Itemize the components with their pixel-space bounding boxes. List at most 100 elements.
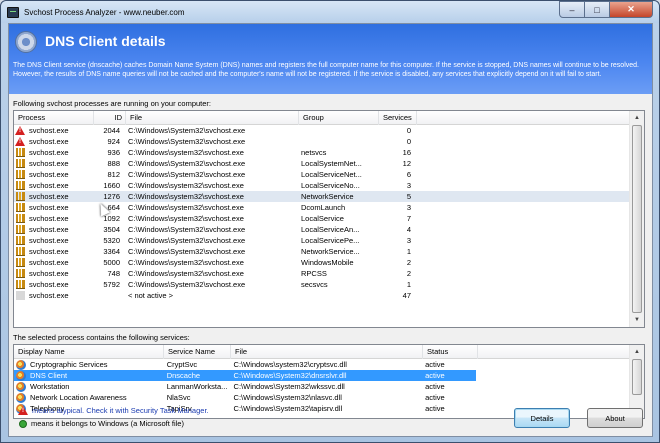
cell-group: NetworkService... [301, 247, 360, 256]
column-header-id[interactable]: ID [94, 111, 126, 125]
table-row[interactable]: svchost.exe 748 C:\Windows\system32\svchos… [14, 268, 631, 279]
cell-file: C:\Windows\System32\nlasvc.dll [233, 393, 342, 402]
cell-services: 4 [406, 225, 411, 234]
cell-group: DcomLaunch [301, 203, 346, 212]
process-icon [16, 170, 25, 179]
table-row[interactable]: svchost.exe 1276 C:\Windows\system32\svcho… [14, 191, 631, 202]
cell-services: 3 [406, 203, 411, 212]
table-row[interactable]: DNS Client Dnscache C:\Windows\System32\dn… [14, 370, 631, 381]
app-window: Svchost Process Analyzer - www.neuber.co… [0, 0, 660, 443]
legend-atypical-text[interactable]: means atypical. Check it with Security T… [32, 406, 209, 415]
cell-name: LanmanWorksta... [166, 382, 228, 391]
cell-services: 3 [406, 181, 411, 190]
table-row[interactable]: svchost.exe 5000 C:\Windows\system32\svcho… [14, 257, 631, 268]
table-row[interactable]: Network Location Awareness NlaSvc C:\Windo… [14, 392, 631, 403]
minimize-button[interactable]: – [559, 1, 585, 18]
column-header-file[interactable]: File [126, 111, 299, 125]
process-icon [16, 280, 25, 289]
cell-file: C:\Windows\system32\svchost.exe [128, 192, 244, 201]
scroll-up-icon[interactable]: ▲ [630, 345, 644, 359]
cell-group: LocalServicePe... [301, 236, 360, 245]
scroll-up-icon[interactable]: ▲ [630, 111, 644, 125]
process-icon [16, 269, 25, 278]
process-icon [16, 148, 25, 157]
process-icon [16, 225, 25, 234]
cell-group: WindowsMobile [301, 258, 354, 267]
title-bar[interactable]: Svchost Process Analyzer - www.neuber.co… [1, 1, 659, 23]
column-header-services[interactable]: Services [379, 111, 417, 125]
column-header-service-name[interactable]: Service Name [164, 345, 231, 359]
cell-file: C:\Windows\System32\svchost.exe [128, 280, 246, 289]
about-button[interactable]: About [587, 408, 643, 428]
table-row[interactable]: svchost.exe 1660 C:\Windows\system32\svcho… [14, 180, 631, 191]
cell-name: NlaSvc [166, 393, 191, 402]
table-row[interactable]: svchost.exe 1092 C:\Windows\system32\svcho… [14, 213, 631, 224]
cell-process: svchost.exe [29, 269, 69, 278]
cell-status: active [425, 360, 445, 369]
cell-id: 5792 [103, 280, 120, 289]
service-icon [16, 370, 26, 381]
check-circle-icon [19, 419, 27, 428]
table-row[interactable]: svchost.exe 936 C:\Windows\system32\svchos… [14, 147, 631, 158]
cell-services: 2 [406, 269, 411, 278]
table-row[interactable]: svchost.exe < not active > 47 [14, 290, 631, 301]
table-row[interactable]: Workstation LanmanWorksta... C:\Windows\Sy… [14, 381, 631, 392]
cell-file: C:\Windows\System32\svchost.exe [128, 137, 246, 146]
cell-process: svchost.exe [29, 137, 69, 146]
cell-services: 0 [406, 137, 411, 146]
cell-services: 0 [406, 126, 411, 135]
details-button[interactable]: Details [514, 408, 570, 428]
cell-status: active [425, 382, 445, 391]
cell-group: LocalService [301, 214, 344, 223]
cell-services: 1 [406, 280, 411, 289]
table-row[interactable]: svchost.exe 812 C:\Windows\System32\svchos… [14, 169, 631, 180]
legend-atypical: means atypical. Check it with Security T… [17, 406, 209, 415]
service-header: DNS Client details The DNS Client servic… [9, 24, 652, 94]
cell-process: svchost.exe [29, 181, 69, 190]
cell-group: LocalSystemNet... [301, 159, 362, 168]
cell-process: svchost.exe [29, 247, 69, 256]
cell-id: 888 [107, 159, 120, 168]
cell-services: 3 [406, 236, 411, 245]
table-row[interactable]: svchost.exe 924 C:\Windows\System32\svchos… [14, 136, 631, 147]
cell-process: svchost.exe [29, 225, 69, 234]
cell-process: svchost.exe [29, 126, 69, 135]
table-row[interactable]: Cryptographic Services CryptSvc C:\Windows… [14, 359, 631, 370]
app-icon [7, 6, 19, 18]
cell-file: C:\Windows\system32\cryptsvc.dll [233, 360, 347, 369]
column-header-process[interactable]: Process [14, 111, 94, 125]
maximize-button[interactable]: □ [585, 1, 610, 18]
cell-group: LocalServiceNo... [301, 181, 360, 190]
column-header-display-name[interactable]: Display Name [14, 345, 164, 359]
scroll-thumb[interactable] [632, 359, 642, 395]
table-row[interactable]: svchost.exe 2044 C:\Windows\System32\svcho… [14, 125, 631, 136]
column-header-group[interactable]: Group [299, 111, 379, 125]
process-list-scrollbar[interactable]: ▲ ▼ [629, 111, 644, 327]
table-row[interactable]: svchost.exe 888 C:\Windows\System32\svchos… [14, 158, 631, 169]
column-header-svc-file[interactable]: File [231, 345, 423, 359]
client-area: DNS Client details The DNS Client servic… [8, 23, 653, 437]
cell-group: secsvcs [301, 280, 328, 289]
process-icon [16, 181, 25, 190]
cell-group: NetworkService [301, 192, 354, 201]
table-row[interactable]: svchost.exe 5792 C:\Windows\System32\svcho… [14, 279, 631, 290]
legend-windows: means it belongs to Windows (a Microsoft… [17, 419, 184, 428]
service-description: The DNS Client service (dnscache) caches… [13, 62, 639, 78]
cell-group: RPCSS [301, 269, 327, 278]
blank-process-icon [16, 291, 25, 300]
window-controls: – □ ✕ [559, 1, 653, 18]
process-list[interactable]: Process ID File Group Services svchost.e… [13, 110, 645, 328]
cell-id: 924 [107, 137, 120, 146]
cell-process: svchost.exe [29, 258, 69, 267]
table-row[interactable]: svchost.exe 3504 C:\Windows\System32\svcho… [14, 224, 631, 235]
table-row[interactable]: svchost.exe 3364 C:\Windows\System32\svcho… [14, 246, 631, 257]
cell-file: C:\Windows\System32\svchost.exe [128, 247, 246, 256]
close-button[interactable]: ✕ [610, 1, 653, 18]
scroll-thumb[interactable] [632, 125, 642, 313]
cell-services: 12 [402, 159, 411, 168]
process-icon [16, 214, 25, 223]
scroll-down-icon[interactable]: ▼ [630, 313, 644, 327]
table-row[interactable]: svchost.exe 5320 C:\Windows\System32\svcho… [14, 235, 631, 246]
column-header-status[interactable]: Status [423, 345, 478, 359]
cell-process: svchost.exe [29, 214, 69, 223]
